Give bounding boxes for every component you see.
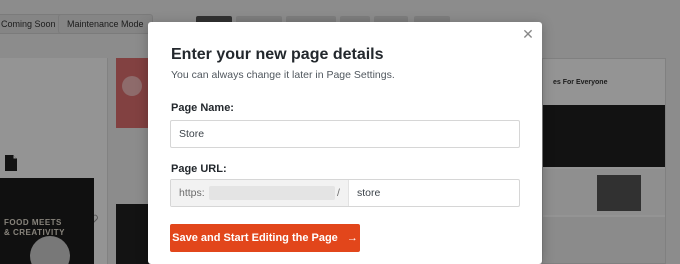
- modal-title: Enter your new page details: [171, 46, 384, 63]
- url-protocol: https:: [179, 187, 205, 199]
- arrow-right-icon: →: [346, 232, 358, 244]
- close-icon[interactable]: ✕: [520, 26, 536, 42]
- page-url-label: Page URL:: [171, 163, 227, 175]
- save-and-edit-button[interactable]: Save and Start Editing the Page →: [170, 224, 360, 252]
- save-button-label: Save and Start Editing the Page: [172, 232, 338, 244]
- modal-subtitle: You can always change it later in Page S…: [171, 69, 395, 81]
- page-name-label: Page Name:: [171, 102, 234, 114]
- new-page-modal: ✕ Enter your new page details You can al…: [148, 22, 542, 264]
- page-url-slug-input[interactable]: store: [357, 180, 380, 206]
- url-separator: /: [337, 187, 340, 199]
- page-name-input[interactable]: Store: [170, 120, 520, 148]
- page-url-field: https: / store: [170, 179, 520, 207]
- redacted-domain: [209, 186, 335, 200]
